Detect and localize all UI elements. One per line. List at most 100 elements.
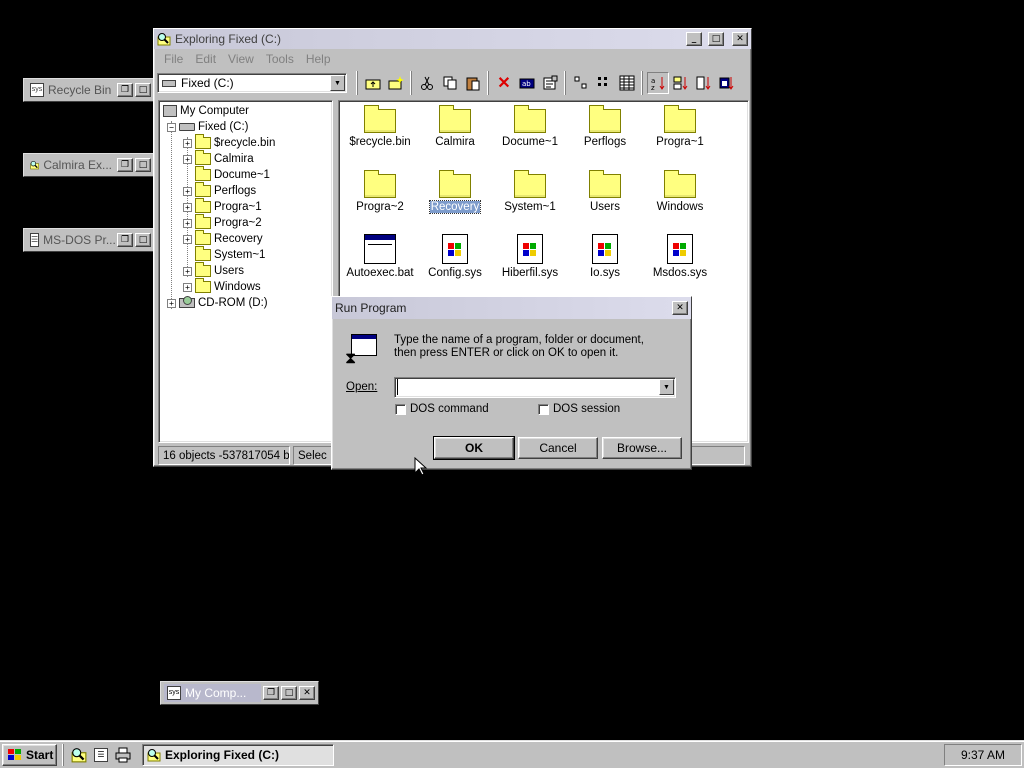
expand-toggle[interactable]: + (183, 234, 192, 244)
open-combo[interactable]: ▼ (394, 377, 676, 398)
menu-edit[interactable]: Edit (189, 52, 222, 66)
tree-item-fixed-c[interactable]: − Fixed (C:) (167, 119, 248, 135)
chevron-down-icon[interactable]: ▼ (330, 75, 345, 91)
drive-select[interactable]: Fixed (C:) ▼ (157, 73, 347, 93)
restore-button[interactable]: ❐ (117, 158, 133, 172)
file-item-folder-selected[interactable]: Recovery (417, 168, 493, 214)
rename-button[interactable]: ab (516, 72, 538, 94)
expand-toggle[interactable]: + (167, 298, 176, 308)
paste-button[interactable] (462, 72, 484, 94)
folder-icon (195, 246, 211, 261)
maximize-button[interactable]: □ (708, 32, 724, 46)
tree-item-folder[interactable]: + Users (183, 262, 244, 279)
maximize-button[interactable]: □ (135, 233, 151, 247)
expand-toggle[interactable]: + (183, 186, 192, 196)
expand-toggle[interactable]: + (183, 266, 192, 276)
minimized-window-ms-dos-prompt[interactable]: ☰ MS-DOS Pr... ❐ □ (23, 228, 155, 252)
properties-button[interactable] (539, 72, 561, 94)
minimized-window-recycle-bin[interactable]: sys Recycle Bin ❐ □ (23, 78, 155, 102)
ms-dos-quicklaunch-icon[interactable]: ☰ (92, 746, 110, 764)
checkbox[interactable] (395, 403, 406, 415)
close-button[interactable]: ✕ (672, 301, 688, 315)
folder-icon (589, 105, 621, 133)
clock[interactable]: 9:37 AM (961, 748, 1005, 762)
tree-item-my-computer[interactable]: My Computer (163, 103, 249, 119)
mouse-cursor-icon (414, 457, 428, 476)
cut-button[interactable] (416, 72, 438, 94)
new-folder-button[interactable] (385, 72, 407, 94)
browse-button[interactable]: Browse... (602, 437, 682, 459)
tree-item-folder[interactable]: + Recovery (183, 230, 263, 247)
details-button[interactable] (616, 72, 638, 94)
minimized-window-calmira-explorer[interactable]: Calmira Ex... ❐ □ (23, 153, 155, 177)
minimized-title: ☰ MS-DOS Pr... (27, 231, 115, 249)
cancel-button[interactable]: Cancel (518, 437, 598, 459)
tree-item-folder[interactable]: + $recycle.bin (183, 134, 275, 151)
sort-type-button[interactable] (670, 72, 692, 94)
dialog-titlebar[interactable]: Run Program ✕ (332, 297, 691, 319)
up-folder-button[interactable] (362, 72, 384, 94)
close-button[interactable]: ✕ (732, 32, 748, 46)
menu-help[interactable]: Help (300, 52, 337, 66)
restore-button[interactable]: ❐ (263, 686, 279, 700)
file-item-sys[interactable]: Msdos.sys (642, 234, 718, 279)
chevron-down-icon[interactable]: ▼ (659, 379, 674, 395)
minimized-window-my-computer[interactable]: sys My Comp... ❐ □ ✕ (160, 681, 319, 705)
collapse-toggle[interactable]: − (167, 122, 176, 132)
sort-name-button[interactable]: az (647, 72, 669, 94)
expand-toggle[interactable]: + (183, 218, 192, 228)
dos-session-checkbox[interactable]: DOS session (538, 403, 620, 415)
file-item-folder[interactable]: Progra~1 (642, 103, 718, 148)
tree-item-folder[interactable]: + Progra~1 (183, 198, 262, 215)
small-icons-button[interactable] (593, 72, 615, 94)
file-item-folder[interactable]: Perflogs (567, 103, 643, 148)
minimize-button[interactable]: _ (686, 32, 702, 46)
tree-item-folder[interactable]: + Perflogs (183, 182, 256, 199)
file-item-folder[interactable]: $recycle.bin (342, 103, 418, 148)
file-item-folder[interactable]: Users (567, 168, 643, 213)
sort-size-button[interactable] (693, 72, 715, 94)
folder-tree[interactable]: My Computer − Fixed (C:) + $recycle.bin +… (158, 100, 333, 443)
copy-button[interactable] (439, 72, 461, 94)
file-item-folder[interactable]: Docume~1 (492, 103, 568, 148)
file-item-folder[interactable]: Progra~2 (342, 168, 418, 213)
menu-tools[interactable]: Tools (260, 52, 300, 66)
tree-item-folder[interactable]: + Calmira (183, 150, 254, 167)
file-item-sys[interactable]: Config.sys (417, 234, 493, 279)
file-item-folder[interactable]: System~1 (492, 168, 568, 213)
explorer-titlebar[interactable]: Exploring Fixed (C:) _ □ ✕ (154, 29, 751, 49)
file-item-batch[interactable]: Autoexec.bat (342, 234, 418, 279)
expand-toggle[interactable]: + (183, 202, 192, 212)
tree-item-cdrom-d[interactable]: + CD-ROM (D:) (167, 295, 268, 311)
menu-file[interactable]: File (158, 52, 189, 66)
maximize-button[interactable]: □ (135, 83, 151, 97)
printer-quicklaunch-icon[interactable] (114, 746, 132, 764)
expand-toggle[interactable]: + (183, 138, 192, 148)
restore-button[interactable]: ❐ (117, 233, 133, 247)
close-button[interactable]: ✕ (299, 686, 315, 700)
delete-button[interactable]: ✕ (493, 72, 515, 94)
maximize-button[interactable]: □ (135, 158, 151, 172)
checkbox[interactable] (538, 403, 549, 415)
taskbar-button-exploring[interactable]: Exploring Fixed (C:) (142, 743, 334, 766)
file-item-sys[interactable]: Io.sys (567, 234, 643, 279)
sort-date-button[interactable] (716, 72, 738, 94)
expand-toggle[interactable]: + (183, 154, 192, 164)
dos-command-checkbox[interactable]: DOS command (395, 403, 489, 415)
file-item-sys[interactable]: Hiberfil.sys (492, 234, 568, 279)
tree-item-folder[interactable]: System~1 (195, 246, 265, 263)
ok-button[interactable]: OK (433, 436, 515, 460)
large-icons-button[interactable] (570, 72, 592, 94)
explorer-quicklaunch-icon[interactable] (70, 746, 88, 764)
menu-view[interactable]: View (222, 52, 260, 66)
tree-item-folder[interactable]: + Progra~2 (183, 214, 262, 231)
expand-toggle[interactable]: + (183, 282, 192, 292)
start-button[interactable]: Start (2, 743, 57, 766)
file-item-folder[interactable]: Windows (642, 168, 718, 213)
tree-item-folder[interactable]: Docume~1 (195, 166, 270, 183)
tree-item-folder[interactable]: + Windows (183, 278, 261, 295)
maximize-button[interactable]: □ (281, 686, 297, 700)
open-input[interactable] (397, 379, 657, 395)
file-item-folder[interactable]: Calmira (417, 103, 493, 148)
restore-button[interactable]: ❐ (117, 83, 133, 97)
